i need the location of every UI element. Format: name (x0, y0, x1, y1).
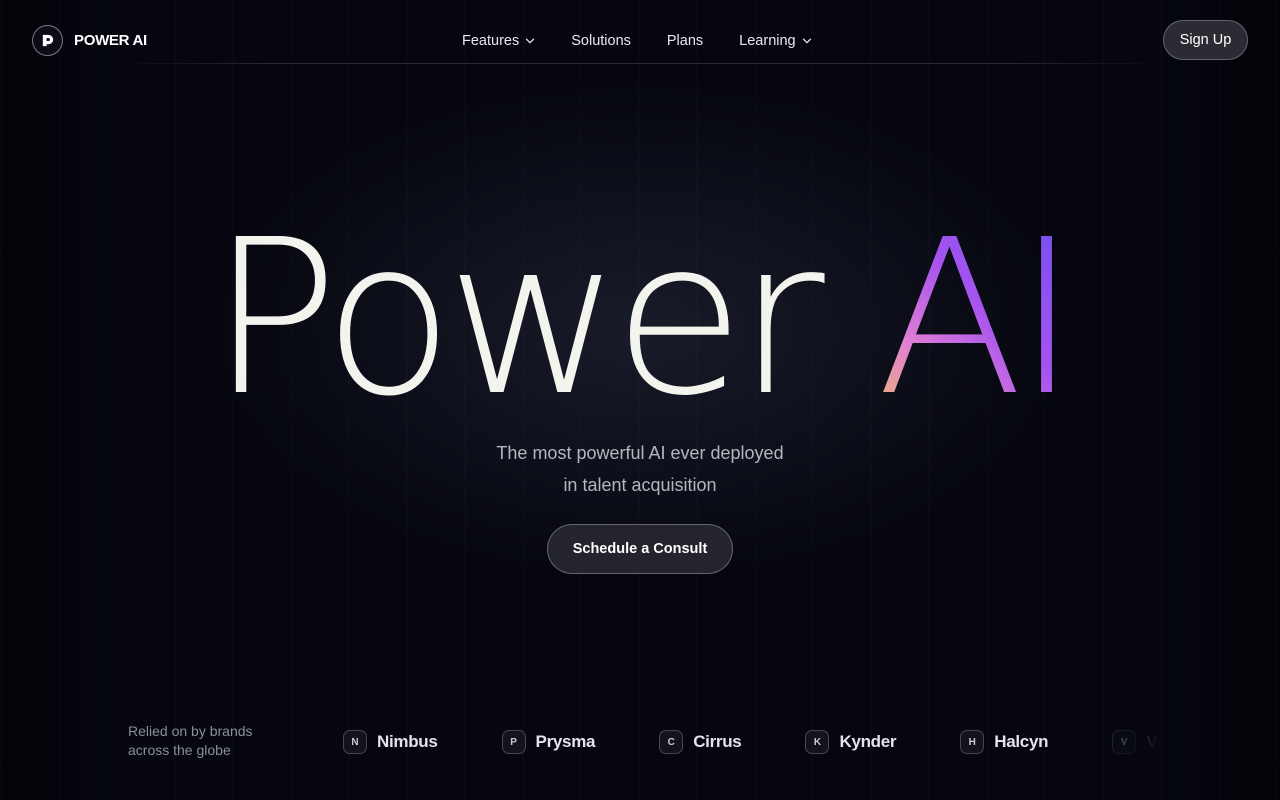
brand-badge-icon: K (805, 730, 830, 754)
brand-nimbus: N Nimbus (343, 730, 438, 754)
main-nav: Features Solutions Plans Learning (462, 30, 812, 52)
nav-solutions-label: Solutions (571, 33, 631, 49)
brand-name: Kynder (839, 732, 897, 751)
brand-name: Cirrus (693, 732, 742, 751)
brand-name: Nimbus (377, 732, 438, 751)
brand-badge-icon: N (343, 730, 367, 754)
brand-name: Prysma (535, 732, 596, 751)
hero-subtitle: The most powerful AI ever deployed in ta… (0, 437, 1280, 501)
brands-label: Relied on by brands across the globe (128, 722, 288, 760)
brand-badge-icon: C (659, 730, 684, 754)
logo-text: POWER AI (74, 32, 147, 49)
nav-solutions[interactable]: Solutions (571, 30, 631, 52)
hero-subtitle-line2: in talent acquisition (563, 475, 717, 495)
nav-features-label: Features (462, 33, 520, 49)
chevron-down-icon (526, 38, 535, 44)
brand-badge-icon: V (1112, 730, 1137, 754)
brand-badge-icon: H (960, 730, 985, 754)
brands-label-line2: across the globe (128, 742, 231, 758)
brand-prysma: P Prysma (501, 730, 596, 754)
brand-logos: N Nimbus P Prysma C Cirrus K Kynder H Ha… (343, 729, 1160, 755)
nav-plans[interactable]: Plans (667, 30, 703, 52)
hero-title-word-power: Power (209, 194, 825, 443)
hero-title: Power AI (0, 212, 1280, 426)
schedule-consult-button[interactable]: Schedule a Consult (547, 524, 733, 574)
brand-name: Halcyn (994, 732, 1049, 751)
sign-up-button[interactable]: Sign Up (1163, 20, 1248, 60)
brand-cirrus: C Cirrus (659, 730, 742, 754)
logo[interactable]: POWER AI (32, 25, 147, 56)
brand-badge-icon: P (501, 730, 526, 754)
brands-label-line1: Relied on by brands (128, 723, 253, 739)
nav-learning[interactable]: Learning (739, 30, 811, 52)
nav-plans-label: Plans (666, 33, 704, 49)
brand-halcyn: H Halcyn (960, 730, 1049, 754)
nav-learning-label: Learning (739, 33, 796, 49)
hero-subtitle-line1: The most powerful AI ever deployed (496, 443, 784, 463)
chevron-down-icon (802, 38, 811, 44)
brand-kynder: K Kynder (805, 730, 897, 754)
brand-name: Vo (1146, 732, 1160, 751)
hero-title-word-ai: AI (876, 194, 1078, 443)
brand-vo: V Vo (1112, 730, 1160, 754)
logo-mark-icon (32, 25, 63, 56)
nav-features[interactable]: Features (462, 30, 535, 52)
header-divider (112, 63, 1168, 64)
site-header: POWER AI Features Solutions Plans Learni… (0, 0, 1280, 80)
